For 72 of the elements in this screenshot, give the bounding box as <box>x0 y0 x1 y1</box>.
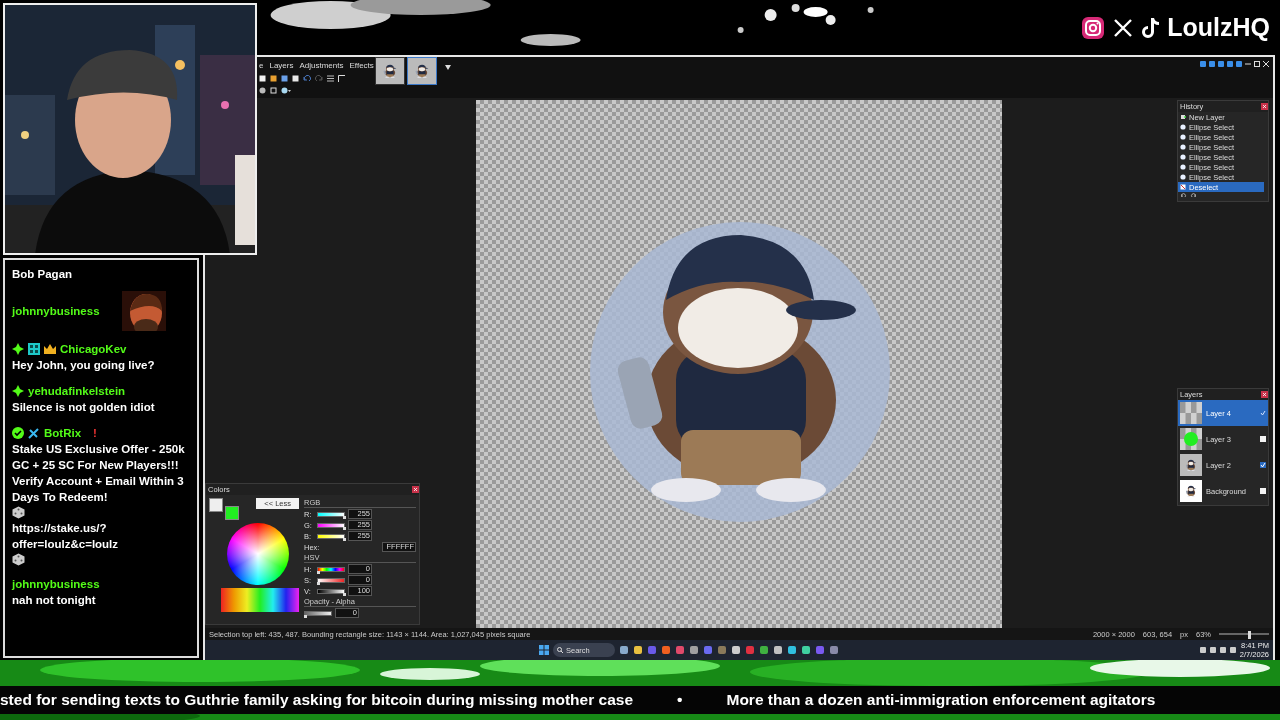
image-tab[interactable] <box>407 57 437 85</box>
primary-color-swatch[interactable] <box>209 498 223 512</box>
menu-item[interactable]: Layers <box>269 61 294 70</box>
antialias-icon[interactable] <box>281 86 291 94</box>
grid-icon[interactable] <box>327 74 334 82</box>
slider-thumb[interactable] <box>304 614 307 618</box>
channel-name: LoulzHQ <box>1167 13 1270 42</box>
visibility-checkbox[interactable] <box>1260 436 1266 442</box>
layer-thumbnail <box>1180 402 1202 424</box>
undo-icon[interactable] <box>1181 193 1187 198</box>
headline-text: sted for sending texts to Guthrie family asking for bitcoin during missing mother case <box>0 691 634 709</box>
chat-username[interactable]: johnnybusiness <box>12 305 100 317</box>
verified-check-icon <box>12 426 24 439</box>
start-icon[interactable] <box>539 645 549 655</box>
undo-icon[interactable] <box>303 74 311 82</box>
separator-dot: • <box>677 691 683 709</box>
crown-icon <box>44 342 56 355</box>
diamond-badge-icon <box>12 384 24 397</box>
maximize-icon[interactable] <box>1254 61 1260 67</box>
slider-track[interactable] <box>304 610 332 616</box>
slider-thumb[interactable] <box>317 570 320 574</box>
slider-track[interactable] <box>317 566 345 572</box>
chat-username[interactable]: yehudafinkelstein <box>28 384 126 397</box>
menu-item[interactable]: e <box>259 61 264 70</box>
headline-text: More than a dozen anti-immigration enforcement agitators <box>726 691 1156 709</box>
slider-thumb[interactable] <box>1247 631 1251 639</box>
instagram-icon <box>1081 15 1106 40</box>
slider-thumb[interactable] <box>317 581 320 585</box>
diamond-badge-icon <box>12 342 24 355</box>
chat-message-text: Silence is not golden idiot <box>12 399 156 415</box>
chat-username[interactable]: johnnybusiness <box>12 577 100 590</box>
history-step-icon <box>1180 114 1186 120</box>
slider-thumb[interactable] <box>343 537 346 541</box>
dice-icon <box>12 552 25 566</box>
chat-message-text: Bob Pagan <box>12 267 74 282</box>
history-step-icon <box>1180 184 1186 190</box>
tiktok-icon <box>1141 16 1160 39</box>
slider-thumb[interactable] <box>343 515 346 519</box>
grid-badge-icon <box>28 342 40 355</box>
slider-track[interactable] <box>317 511 345 517</box>
image-tab[interactable] <box>375 57 405 85</box>
redo-icon[interactable] <box>1190 193 1196 198</box>
slider-thumb[interactable] <box>343 526 346 530</box>
search-icon <box>557 647 563 653</box>
slider-track[interactable] <box>317 533 345 539</box>
slider-track[interactable] <box>317 522 345 528</box>
visibility-checkbox[interactable] <box>1260 410 1266 416</box>
layer-thumbnail <box>1180 428 1202 450</box>
dice-icon <box>12 505 25 519</box>
chat-message-text: Hey John, you going live? <box>12 357 156 373</box>
chat-username[interactable]: ChicagoKev <box>60 342 127 355</box>
minimize-icon[interactable] <box>1245 61 1251 67</box>
visibility-checkbox[interactable] <box>1260 488 1266 494</box>
alert-mark: ! <box>93 426 97 439</box>
x-icon <box>1113 17 1134 38</box>
slider-track[interactable] <box>317 588 345 594</box>
menu-item[interactable]: Adjustments <box>299 61 344 70</box>
slider-track[interactable] <box>317 577 345 583</box>
chat-message-text: Stake US Exclusive Offer - 250k GC + 25 SC For New Players!!! Verify Account + Email Within 3 Days To Redeem! <box>12 441 186 505</box>
slider-thumb[interactable] <box>343 592 346 596</box>
redo-icon[interactable] <box>315 74 323 82</box>
color-palette[interactable] <box>221 588 299 612</box>
secondary-color-swatch[interactable] <box>225 506 239 520</box>
ruler-icon[interactable] <box>338 74 345 82</box>
caret-icon[interactable] <box>445 65 451 70</box>
chat-message-text: https://stake.us/?offer=loulz&c=loulz <box>12 520 120 552</box>
chat-message-text: nah not tonight <box>12 592 97 608</box>
close-icon[interactable] <box>1263 61 1269 67</box>
sword-icon <box>28 426 40 439</box>
canvas[interactable] <box>476 100 1002 628</box>
menu-item[interactable]: Effects <box>349 61 374 70</box>
chat-username[interactable]: BotRix <box>44 426 82 439</box>
